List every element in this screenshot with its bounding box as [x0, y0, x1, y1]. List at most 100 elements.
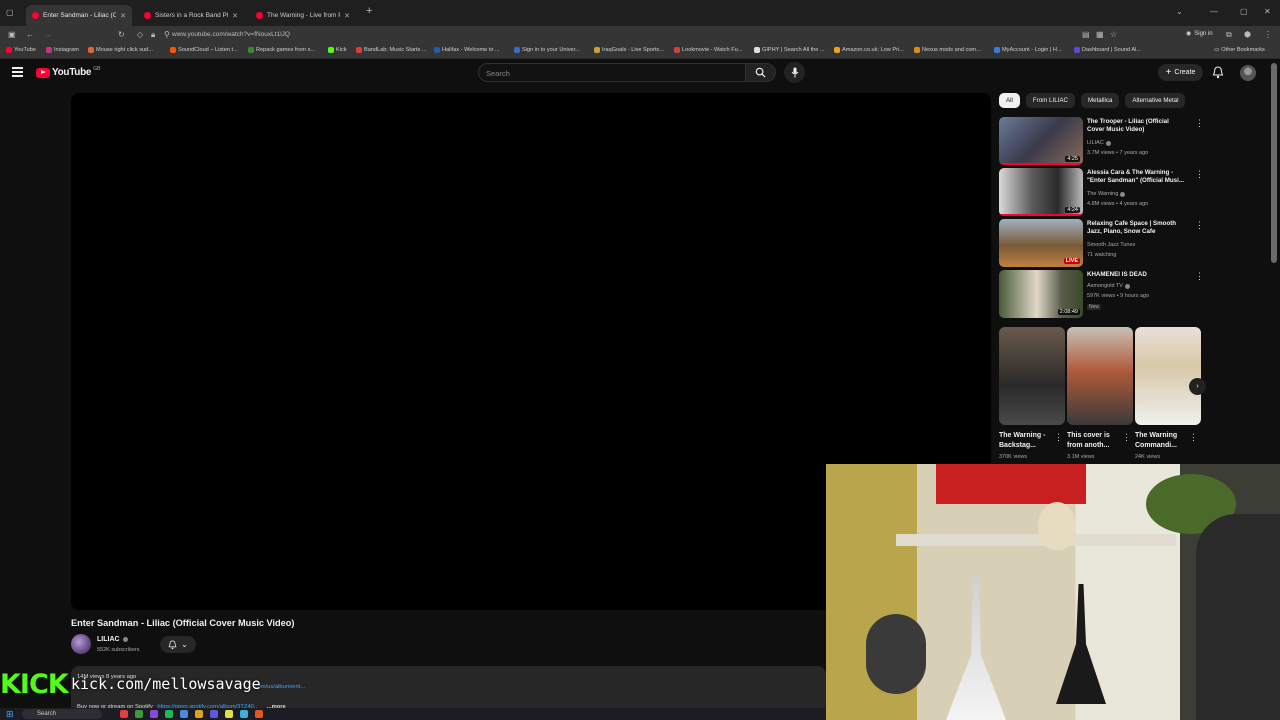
- short-thumbnail[interactable]: [999, 327, 1065, 425]
- video-thumbnail[interactable]: 2:08:49: [999, 270, 1083, 318]
- app-icon[interactable]: [210, 710, 218, 718]
- close-tab-icon[interactable]: ✕: [232, 12, 238, 20]
- youtube-favicon-icon: [32, 12, 39, 19]
- minimize-icon[interactable]: —: [1210, 7, 1218, 16]
- tab-actions-icon[interactable]: ▢: [6, 8, 14, 18]
- bookmark-item[interactable]: Lookmovie - Watch Fu...: [674, 47, 742, 53]
- back-icon[interactable]: ←: [26, 30, 34, 40]
- channel-label: The Warning: [1087, 191, 1119, 197]
- recommended-video[interactable]: 2:08:49 KHAMENEI IS DEAD Asmongold TV 59…: [999, 270, 1204, 318]
- channel-name[interactable]: The Warning: [1087, 191, 1126, 197]
- create-button[interactable]: + Create: [1158, 64, 1203, 81]
- chip-alternative-metal[interactable]: Alternative Metal: [1125, 93, 1186, 108]
- more-options-icon[interactable]: ⋮: [1189, 433, 1198, 442]
- close-window-icon[interactable]: ✕: [1264, 7, 1271, 16]
- shorts-next-chevron-icon[interactable]: ›: [1189, 378, 1206, 395]
- video-thumbnail[interactable]: 4:25: [999, 117, 1083, 165]
- taskbar-search[interactable]: Search: [22, 709, 102, 719]
- bookmark-item[interactable]: Repack games from s...: [248, 47, 315, 53]
- channel-name[interactable]: Smooth Jazz Tunes: [1087, 242, 1135, 248]
- bookmark-item[interactable]: BandLab: Music Starts ...: [356, 47, 427, 53]
- extension-icon[interactable]: ▤: [1082, 30, 1090, 40]
- bookmark-item[interactable]: MyAccount - Login | H...: [994, 47, 1062, 53]
- verified-icon: [1120, 191, 1126, 197]
- account-avatar[interactable]: [1240, 65, 1256, 81]
- bookmark-item[interactable]: Kick: [328, 47, 347, 53]
- channel-name[interactable]: LILIAC: [1087, 140, 1111, 146]
- chip-from-liliac[interactable]: From LILIAC: [1025, 93, 1075, 108]
- app-icon[interactable]: [150, 710, 158, 718]
- more-options-icon[interactable]: ⋮: [1195, 272, 1204, 281]
- channel-name[interactable]: LILIAC: [97, 636, 128, 643]
- more-options-icon[interactable]: ⋮: [1195, 170, 1204, 179]
- app-icon[interactable]: [255, 710, 263, 718]
- app-icon[interactable]: [165, 710, 173, 718]
- channel-name[interactable]: Asmongold TV: [1087, 283, 1130, 289]
- site-info-icon[interactable]: ⚲: [164, 30, 170, 40]
- downloads-icon[interactable]: ⋮: [1264, 30, 1272, 40]
- bookmark-item[interactable]: Halifax - Welcome to ...: [434, 47, 500, 53]
- more-options-icon[interactable]: ⋮: [1054, 433, 1063, 442]
- voice-search-button[interactable]: [784, 62, 805, 83]
- address-bar[interactable]: www.youtube.com/watch?v=fNouxLt1lJQ: [172, 29, 1072, 41]
- settings-icon[interactable]: ⬢: [1244, 30, 1251, 40]
- tab-enter-sandman[interactable]: Enter Sandman - Liliac (Official ✕: [26, 5, 132, 26]
- page-scrollbar[interactable]: [1271, 63, 1277, 263]
- sidebar-toggle-icon[interactable]: ▣: [8, 30, 16, 40]
- chip-metallica[interactable]: Metallica: [1080, 93, 1120, 108]
- reload-icon[interactable]: ↻: [118, 30, 125, 40]
- bookmark-item[interactable]: Nexus mods and com...: [914, 47, 981, 53]
- app-icon[interactable]: [240, 710, 248, 718]
- short-thumbnail[interactable]: [1135, 327, 1201, 425]
- close-tab-icon[interactable]: ✕: [120, 12, 126, 20]
- bookmark-item[interactable]: Instagram: [46, 47, 79, 53]
- notifications-bell-icon[interactable]: [1212, 66, 1224, 79]
- chip-all[interactable]: All: [999, 93, 1020, 108]
- bookmark-item[interactable]: Mouse right click sud...: [88, 47, 153, 53]
- bookmark-item[interactable]: GIPHY | Search All the ...: [754, 47, 825, 53]
- app-icon[interactable]: [180, 710, 188, 718]
- tab-sisters-rock-band[interactable]: Sisters in a Rock Band Play Trus ✕: [138, 5, 244, 26]
- video-meta: 4.8M views • 4 years ago: [1087, 201, 1149, 207]
- app-icon[interactable]: [120, 710, 128, 718]
- close-tab-icon[interactable]: ✕: [344, 12, 350, 20]
- sign-in-button[interactable]: ◉ Sign in: [1186, 30, 1213, 38]
- subscription-bell-button[interactable]: ⌄: [160, 636, 196, 653]
- video-thumbnail[interactable]: LIVE: [999, 219, 1083, 267]
- recommended-video[interactable]: LIVE Relaxing Cafe Space | Smooth Jazz, …: [999, 219, 1204, 267]
- bookmark-item[interactable]: Sign in to your Univer...: [514, 47, 580, 53]
- tab-search-icon[interactable]: ⌄: [1176, 7, 1183, 16]
- bookmark-item[interactable]: YouTube: [6, 47, 36, 53]
- search-button[interactable]: [746, 63, 776, 82]
- bookmark-label: Halifax - Welcome to ...: [442, 47, 500, 53]
- recommended-video[interactable]: 4:24 Alessia Cara & The Warning - "Enter…: [999, 168, 1204, 216]
- bookmark-item[interactable]: SoundCloud – Listen t...: [170, 47, 238, 53]
- more-options-icon[interactable]: ⋮: [1122, 433, 1131, 442]
- app-icon[interactable]: ▦: [1096, 30, 1104, 40]
- bookmark-star-icon[interactable]: ☆: [1110, 30, 1117, 40]
- app-icon[interactable]: [225, 710, 233, 718]
- youtube-logo[interactable]: YouTube GB: [36, 66, 100, 78]
- recommended-video[interactable]: 4:25 The Trooper - Liliac (Official Cove…: [999, 117, 1204, 165]
- other-bookmarks-folder[interactable]: ▭ Other Bookmarks: [1214, 47, 1265, 53]
- shield-icon[interactable]: ◇: [137, 30, 143, 40]
- video-thumbnail[interactable]: 4:24: [999, 168, 1083, 216]
- new-tab-button[interactable]: +: [366, 5, 372, 17]
- extensions-puzzle-icon[interactable]: ⧉: [1226, 30, 1232, 40]
- app-icon[interactable]: [135, 710, 143, 718]
- search-input[interactable]: Search: [478, 63, 746, 82]
- app-icon[interactable]: [195, 710, 203, 718]
- bookmark-item[interactable]: Amazon.co.uk: Low Pri...: [834, 47, 904, 53]
- tab-the-warning-live[interactable]: The Warning - Live from Pepsi ✕: [250, 5, 356, 26]
- more-options-icon[interactable]: ⋮: [1195, 119, 1204, 128]
- more-options-icon[interactable]: ⋮: [1195, 221, 1204, 230]
- channel-avatar[interactable]: [71, 634, 91, 654]
- short-thumbnail[interactable]: [1067, 327, 1133, 425]
- bookmark-item[interactable]: Dashboard | Sound Al...: [1074, 47, 1141, 53]
- hamburger-menu-icon[interactable]: [12, 67, 23, 77]
- maximize-icon[interactable]: ▢: [1240, 7, 1248, 16]
- bookmark-label: BandLab: Music Starts ...: [364, 47, 427, 53]
- forward-icon[interactable]: →: [44, 30, 52, 40]
- windows-start-icon[interactable]: ⊞: [6, 709, 14, 720]
- bookmark-item[interactable]: IraqGoals - Live Sports...: [594, 47, 664, 53]
